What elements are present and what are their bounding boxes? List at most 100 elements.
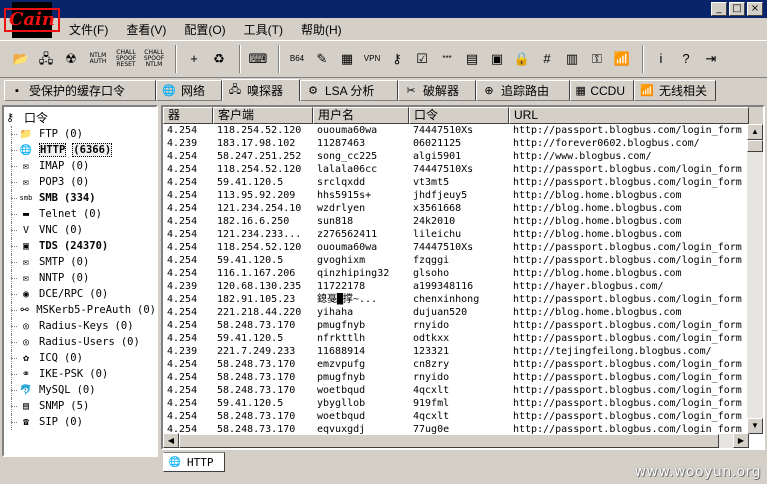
- table-row[interactable]: 4.254 58.248.73.170 pmugfnyb rnyido http://p…: [163, 319, 763, 332]
- table-row[interactable]: 4.239 221.7.249.233 11688914 123321 http://t…: [163, 345, 763, 358]
- tree-item-nntp[interactable]: ✉ NNTP (0): [4, 270, 156, 286]
- toolbar-button[interactable]: ▥: [561, 46, 583, 72]
- tab-2[interactable]: 🖧 嗅探器: [222, 79, 300, 101]
- col-server[interactable]: 器: [163, 107, 213, 124]
- tree-item-vnc[interactable]: V VNC (0): [4, 222, 156, 238]
- table-row[interactable]: 4.254 59.41.120.5 gvoghixm fzqggi http://pas…: [163, 254, 763, 267]
- table-row[interactable]: 4.254 182.91.105.23 鎴戞█撑~... chenxinhong htt…: [163, 293, 763, 306]
- tree-item-ftp[interactable]: 📁 FTP (0): [4, 126, 156, 142]
- tree-item-pop3[interactable]: ✉ POP3 (0): [4, 174, 156, 190]
- toolbar-button[interactable]: VPN: [361, 46, 383, 72]
- table-row[interactable]: 4.254 116.1.167.206 qinzhiping32 glsoho http…: [163, 267, 763, 280]
- scroll-left-icon[interactable]: ◀: [163, 433, 179, 448]
- toolbar-button[interactable]: ▦: [336, 46, 358, 72]
- tree-item-radius-users[interactable]: ◎ Radius-Users (0): [4, 334, 156, 350]
- tab-0[interactable]: ▪ 受保护的缓存口令: [4, 80, 156, 101]
- table-row[interactable]: 4.239 183.17.98.102 11287463 06021125 http:/…: [163, 137, 763, 150]
- tree-root[interactable]: ⚷ 口令: [4, 109, 156, 126]
- toolbar-button[interactable]: i: [650, 46, 672, 72]
- tree-item-dce-rpc[interactable]: ◉ DCE/RPC (0): [4, 286, 156, 302]
- table-row[interactable]: 4.254 58.248.73.170 woetbqud 4qcxlt http://p…: [163, 410, 763, 423]
- tab-4[interactable]: ✂ 破解器: [398, 80, 476, 101]
- toolbar-button[interactable]: 🖧: [35, 46, 57, 72]
- toolbar-button[interactable]: B64: [286, 46, 308, 72]
- tree-item-tds[interactable]: ▣ TDS (24370): [4, 238, 156, 254]
- col-url[interactable]: URL: [509, 107, 749, 124]
- horizontal-scroll-thumb[interactable]: [179, 434, 719, 448]
- bottom-tab-http[interactable]: 🌐 HTTP: [163, 452, 225, 472]
- tree-item-mysql[interactable]: 🐬 MySQL (0): [4, 382, 156, 398]
- menu-view[interactable]: 查看(V): [117, 21, 175, 38]
- table-row[interactable]: 4.254 58.248.73.170 woetbqud 4qcxlt http://p…: [163, 384, 763, 397]
- tree-item-http[interactable]: 🌐 HTTP (6366): [4, 142, 156, 158]
- toolbar-button[interactable]: ?: [675, 46, 697, 72]
- col-username[interactable]: 用户名: [313, 107, 409, 124]
- toolbar-button[interactable]: ☢: [60, 46, 82, 72]
- toolbar-text-button[interactable]: NTLM AUTH: [85, 44, 111, 74]
- tab-3[interactable]: ⚙ LSA 分析: [300, 80, 398, 101]
- horizontal-scrollbar[interactable]: ◀ ▶: [163, 433, 749, 448]
- toolbar-button[interactable]: 🔒: [511, 46, 533, 72]
- scroll-down-icon[interactable]: ▼: [747, 418, 763, 434]
- vertical-scroll-thumb[interactable]: [747, 140, 763, 152]
- tree-item-ike-psk[interactable]: ⚭ IKE-PSK (0): [4, 366, 156, 382]
- tree-item-sip[interactable]: ☎ SIP (0): [4, 414, 156, 430]
- col-client[interactable]: 客户端: [213, 107, 313, 124]
- toolbar-button[interactable]: 📂: [10, 46, 32, 72]
- toolbar-button[interactable]: ☑: [411, 46, 433, 72]
- toolbar-button[interactable]: #: [536, 46, 558, 72]
- toolbar-button[interactable]: 📶: [611, 46, 633, 72]
- table-row[interactable]: 4.254 121.234.233... z276562411 lileichu htt…: [163, 228, 763, 241]
- table-row[interactable]: 4.254 58.248.73.170 emzvpufg cn8zry http://p…: [163, 358, 763, 371]
- menu-tools[interactable]: 工具(T): [235, 21, 292, 38]
- toolbar-button[interactable]: ▤: [461, 46, 483, 72]
- table-row[interactable]: 4.254 121.234.254.10 wzdrlyen x3561668 http:…: [163, 202, 763, 215]
- toolbar-button[interactable]: ⇥: [700, 46, 722, 72]
- tree-item-smtp[interactable]: ✉ SMTP (0): [4, 254, 156, 270]
- toolbar-text-button[interactable]: CHALL SPOOF RESET: [113, 44, 139, 74]
- toolbar-button[interactable]: ♻: [208, 46, 230, 72]
- menu-file[interactable]: 文件(F): [60, 21, 117, 38]
- toolbar-button[interactable]: ***: [436, 46, 458, 72]
- table-row[interactable]: 4.254 58.248.73.170 pmugfnyb rnyido http://p…: [163, 371, 763, 384]
- table-row[interactable]: 4.254 113.95.92.209 hhs5915s+ jhdfjeuy5 http…: [163, 189, 763, 202]
- toolbar-button[interactable]: +: [183, 46, 205, 72]
- toolbar-button[interactable]: ✎: [311, 46, 333, 72]
- tree-item-smb[interactable]: smb SMB (334): [4, 190, 156, 206]
- tree-item-mskerb5-preauth[interactable]: ⚯ MSKerb5-PreAuth (0): [4, 302, 156, 318]
- minimize-button[interactable]: _: [711, 2, 727, 16]
- table-row[interactable]: 4.254 118.254.52.120 lalala06cc 74447510Xs h…: [163, 163, 763, 176]
- tree-item-telnet[interactable]: ▬ Telnet (0): [4, 206, 156, 222]
- tab-5[interactable]: ⊕ 追踪路由: [476, 80, 570, 101]
- tree-item-imap[interactable]: ✉ IMAP (0): [4, 158, 156, 174]
- table-row[interactable]: 4.254 182.16.6.250 sun818 24k2010 http://blo…: [163, 215, 763, 228]
- tab-7[interactable]: 📶 无线相关: [634, 80, 716, 101]
- table-row[interactable]: 4.239 120.68.130.235 11722178 a199348116 htt…: [163, 280, 763, 293]
- col-password[interactable]: 口令: [409, 107, 509, 124]
- tree-item-radius-keys[interactable]: ◎ Radius-Keys (0): [4, 318, 156, 334]
- vertical-scrollbar[interactable]: ▲ ▼: [747, 124, 763, 434]
- tab-1[interactable]: 🌐 网络: [156, 80, 222, 101]
- protocol-tree[interactable]: ⚷ 口令 📁 FTP (0) 🌐 HTTP (6366) ✉ IMAP (0) ✉ POP3 (0) s…: [2, 105, 158, 457]
- toolbar-button[interactable]: ⌨: [247, 46, 269, 72]
- scroll-up-icon[interactable]: ▲: [747, 124, 763, 140]
- menu-help[interactable]: 帮助(H): [292, 21, 351, 38]
- table-row[interactable]: 4.254 118.254.52.120 ououma60wa 74447510Xs h…: [163, 241, 763, 254]
- toolbar-button[interactable]: ⚷: [386, 46, 408, 72]
- close-button[interactable]: ×: [747, 2, 763, 16]
- table-row[interactable]: 4.254 59.41.120.5 srclqxdd vt3mt5 http://pas…: [163, 176, 763, 189]
- tree-item-snmp[interactable]: ▤ SNMP (5): [4, 398, 156, 414]
- tab-6[interactable]: ▦ CCDU: [570, 80, 634, 101]
- toolbar-button[interactable]: ▣: [486, 46, 508, 72]
- toolbar-text-button[interactable]: CHALL SPOOF NTLM: [141, 44, 167, 74]
- table-row[interactable]: 4.254 59.41.120.5 nfrkttlh odtkxx http://pas…: [163, 332, 763, 345]
- tree-item-icq[interactable]: ✿ ICQ (0): [4, 350, 156, 366]
- menu-config[interactable]: 配置(O): [175, 21, 234, 38]
- table-row[interactable]: 4.254 118.254.52.120 ououma60wa 74447510Xs h…: [163, 124, 763, 137]
- toolbar-button[interactable]: ⚿: [586, 46, 608, 72]
- table-row[interactable]: 4.254 58.247.251.252 song_cc225 algi5901 htt…: [163, 150, 763, 163]
- table-row[interactable]: 4.254 221.218.44.220 yihaha dujuan520 http:/…: [163, 306, 763, 319]
- table-row[interactable]: 4.254 59.41.120.5 ybygllob 919fml http://pas…: [163, 397, 763, 410]
- maximize-button[interactable]: □: [729, 2, 745, 16]
- scroll-right-icon[interactable]: ▶: [733, 433, 749, 448]
